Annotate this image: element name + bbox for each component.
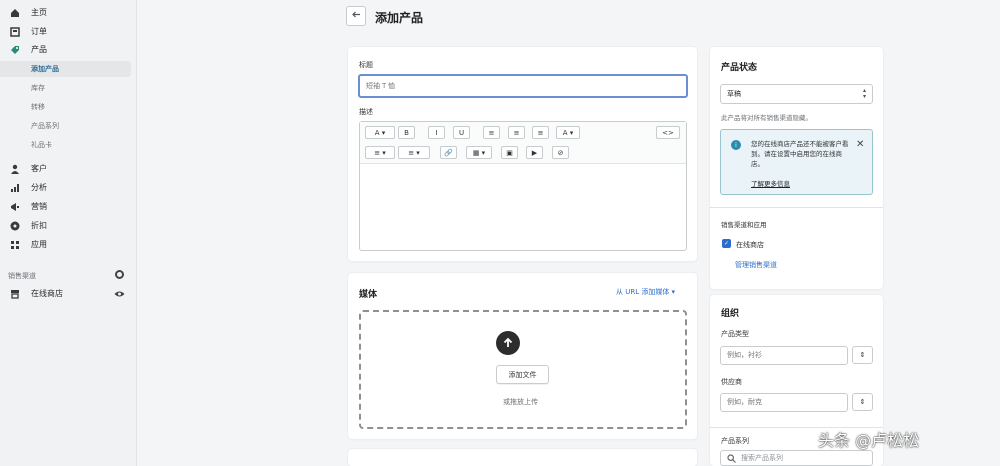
align-center-button[interactable]: ≡ [508,126,525,139]
link-button[interactable]: 🔗 [440,146,457,159]
text-format-button[interactable]: A ▾ [365,126,395,139]
status-select[interactable]: 草稿 ▴ ▾ [720,84,873,104]
sales-channels-heading: 销售渠道 [8,272,36,280]
sidebar-subitem-add-product[interactable]: 添加产品 [0,61,131,77]
title-label: 标题 [359,61,373,69]
vendor-select-button[interactable]: ⇕ [852,393,873,411]
vendor-input[interactable] [720,393,848,412]
select-arrows-icon: ▴ ▾ [862,87,866,100]
collections-label: 产品系列 [721,437,749,445]
apps-icon [10,240,20,250]
sidebar-subitem-label: 转移 [31,103,45,111]
collections-search-placeholder: 搜索产品系列 [741,454,783,462]
product-type-select-button[interactable]: ⇕ [852,346,873,364]
store-icon [10,289,20,299]
analytics-icon [10,183,20,193]
search-icon [727,454,736,465]
megaphone-icon [10,202,20,212]
sidebar-subitem-label: 添加产品 [31,65,59,73]
manage-sales-channels-link[interactable]: 管理销售渠道 [735,260,777,270]
status-help-text: 此产品将对所有销售渠道隐藏。 [721,114,812,122]
text-color-button[interactable]: A ▾ [556,126,580,139]
discount-icon [10,221,20,231]
vendor-label: 供应商 [721,378,742,386]
italic-button[interactable]: I [428,126,445,139]
home-icon [10,8,20,18]
select-arrows-icon: ⇕ [859,351,866,359]
description-label: 描述 [359,108,373,116]
info-icon: i [731,140,741,150]
online-store-checkbox[interactable]: ✓ [722,239,731,248]
add-media-from-url-link[interactable]: 从 URL 添加媒体 ▾ [616,287,675,297]
drop-hint: 或拖放上传 [503,398,538,406]
align-left-button[interactable]: ≡ [483,126,500,139]
tag-icon [10,45,20,55]
description-editor[interactable]: A ▾ B I U ≡ ≡ ≡ A ▾ <> ≡ ▾ ≡ ▾ 🔗 ▦ ▾ ▣ ▶… [359,121,687,251]
sidebar-item-label: 主页 [31,8,47,17]
sidebar-item-label: 客户 [31,164,47,173]
close-icon[interactable]: ✕ [856,139,864,150]
sidebar-item-analytics[interactable]: 分析 [0,179,137,196]
sidebar: 主页 订单 产品 添加产品 库存 转移 产品系列 礼品卡 客户 分析 营销 折扣… [0,0,137,466]
sidebar-item-label: 折扣 [31,221,47,230]
sidebar-item-discounts[interactable]: 折扣 [0,217,137,234]
sidebar-subitem-label: 产品系列 [31,122,59,130]
next-card [348,449,697,466]
list-button[interactable]: ≡ ▾ [365,146,395,159]
learn-more-link[interactable]: 了解更多信息 [751,178,790,188]
person-icon [10,164,20,174]
sales-channels-title: 销售渠道和应用 [721,221,767,229]
sidebar-item-apps[interactable]: 应用 [0,236,137,253]
product-status-title: 产品状态 [721,63,758,73]
collections-search-input[interactable]: 搜索产品系列 [720,450,873,466]
divider [710,207,883,208]
indent-button[interactable]: ≡ ▾ [398,146,430,159]
sidebar-subitem-gift-cards[interactable]: 礼品卡 [0,137,131,153]
select-arrows-icon: ⇕ [859,398,866,406]
product-type-label: 产品类型 [721,330,749,338]
editor-toolbar: A ▾ B I U ≡ ≡ ≡ A ▾ <> ≡ ▾ ≡ ▾ 🔗 ▦ ▾ ▣ ▶… [360,122,686,164]
video-button[interactable]: ▶ [526,146,543,159]
align-right-button[interactable]: ≡ [532,126,549,139]
orders-icon [10,26,20,37]
sidebar-item-label: 应用 [31,240,47,249]
status-select-value: 草稿 [727,90,741,98]
sidebar-item-label: 订单 [31,27,47,36]
clear-format-button[interactable]: ⊘ [552,146,569,159]
banner-text: 您的在线商店产品还不能被客户看到。请在设置中启用您的在线商店。 [751,140,849,168]
sidebar-subitem-transfers[interactable]: 转移 [0,99,131,115]
back-button[interactable] [346,6,366,26]
sidebar-item-customers[interactable]: 客户 [0,160,137,177]
sidebar-subitem-collections[interactable]: 产品系列 [0,118,131,134]
info-banner: i 您的在线商店产品还不能被客户看到。请在设置中启用您的在线商店。 了解更多信息 [720,129,873,195]
title-input[interactable] [358,74,688,98]
bold-button[interactable]: B [398,126,415,139]
page-title: 添加产品 [375,11,424,25]
sidebar-item-home[interactable]: 主页 [0,4,137,21]
upload-arrow-icon [496,331,520,355]
arrow-left-icon [351,11,361,21]
sidebar-item-marketing[interactable]: 营销 [0,198,137,215]
sidebar-item-products[interactable]: 产品 [0,41,137,58]
organization-title: 组织 [721,309,740,319]
eye-icon[interactable] [114,290,125,300]
watermark: 头条 @卢松松 [818,431,920,450]
sidebar-item-label: 分析 [31,183,47,192]
sidebar-item-label: 在线商店 [31,289,63,298]
table-button[interactable]: ▦ ▾ [466,146,492,159]
image-button[interactable]: ▣ [501,146,518,159]
add-channel-icon[interactable] [115,270,124,279]
sidebar-item-label: 营销 [31,202,47,211]
add-file-button[interactable]: 添加文件 [496,365,549,384]
sidebar-subitem-label: 库存 [31,84,45,92]
sidebar-item-orders[interactable]: 订单 [0,23,137,40]
html-view-button[interactable]: <> [656,126,680,139]
underline-button[interactable]: U [453,126,470,139]
sidebar-subitem-label: 礼品卡 [31,141,52,149]
online-store-checkbox-label: 在线商店 [736,241,764,249]
sidebar-subitem-inventory[interactable]: 库存 [0,80,131,96]
sidebar-item-label: 产品 [31,45,47,54]
product-type-input[interactable] [720,346,848,365]
media-title: 媒体 [359,290,378,300]
